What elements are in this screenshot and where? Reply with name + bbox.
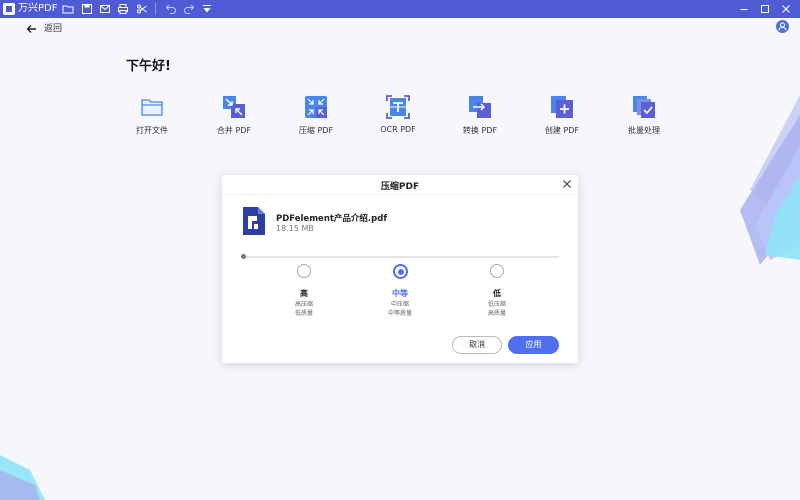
tool-label: OCR PDF bbox=[380, 125, 416, 134]
dialog-divider bbox=[222, 194, 578, 195]
radio-high[interactable] bbox=[297, 264, 311, 278]
option-name: 低 bbox=[493, 289, 501, 298]
tool-convert-pdf[interactable]: 转换 PDF bbox=[448, 95, 512, 141]
minimize-icon[interactable] bbox=[738, 3, 750, 15]
option-low[interactable]: 低 低压缩 高质量 bbox=[468, 264, 528, 324]
tool-label: 批量处理 bbox=[628, 126, 660, 135]
dialog-close-icon[interactable] bbox=[562, 179, 572, 189]
user-icon bbox=[778, 22, 787, 31]
folder-icon bbox=[141, 99, 163, 116]
tool-batch-process[interactable]: 批量处理 bbox=[612, 95, 676, 141]
greeting-heading: 下午好! bbox=[126, 59, 171, 74]
toolbar-divider bbox=[155, 3, 156, 15]
dropdown-icon[interactable] bbox=[201, 3, 213, 15]
decorative-shapes-left bbox=[0, 455, 45, 500]
compress-dialog: 压缩PDF PDFelement产品介绍.pdf 18.15 MB 高 高压缩 … bbox=[222, 175, 578, 363]
dialog-title: 压缩PDF bbox=[380, 182, 420, 192]
tool-label: 打开文件 bbox=[136, 126, 168, 135]
file-size: 18.15 MB bbox=[276, 224, 314, 233]
option-desc-quality: 高质量 bbox=[487, 310, 506, 317]
compress-icon bbox=[305, 96, 327, 118]
option-desc-compression: 中压缩 bbox=[390, 301, 409, 308]
redo-icon[interactable] bbox=[183, 3, 195, 15]
tool-ocr-pdf[interactable]: OCR PDF bbox=[366, 95, 430, 141]
tool-label: 合并 PDF bbox=[216, 126, 252, 135]
radio-medium[interactable] bbox=[393, 264, 408, 279]
ocr-icon bbox=[386, 95, 410, 119]
tool-open-file[interactable]: 打开文件 bbox=[120, 95, 184, 141]
radio-low[interactable] bbox=[490, 264, 504, 278]
convert-icon bbox=[469, 96, 491, 118]
undo-icon[interactable] bbox=[165, 3, 177, 15]
app-title: 万兴PDF bbox=[18, 3, 58, 14]
print-icon[interactable] bbox=[117, 3, 129, 15]
batch-icon bbox=[633, 96, 655, 118]
tool-label: 创建 PDF bbox=[544, 126, 580, 135]
tool-label: 转换 PDF bbox=[462, 126, 498, 135]
mail-icon[interactable] bbox=[99, 3, 111, 15]
option-desc-quality: 中等质量 bbox=[387, 310, 412, 317]
tool-compress-pdf[interactable]: 压缩 PDF bbox=[284, 95, 348, 141]
option-desc-compression: 高压缩 bbox=[294, 301, 313, 308]
arrow-left-icon bbox=[26, 25, 36, 33]
save-icon[interactable] bbox=[81, 3, 93, 15]
tool-label: 压缩 PDF bbox=[298, 126, 334, 135]
merge-icon bbox=[223, 96, 245, 118]
option-high[interactable]: 高 高压缩 低质量 bbox=[275, 264, 335, 324]
tool-merge-pdf[interactable]: 合并 PDF bbox=[202, 95, 266, 141]
open-folder-icon[interactable] bbox=[62, 3, 74, 15]
cancel-button[interactable]: 取消 bbox=[452, 336, 502, 354]
track-start-dot bbox=[241, 254, 246, 259]
pdf-file-icon bbox=[243, 207, 265, 235]
decorative-shapes-right bbox=[740, 95, 800, 265]
option-name: 高 bbox=[300, 289, 308, 298]
maximize-icon[interactable] bbox=[759, 3, 771, 15]
option-name: 中等 bbox=[392, 289, 408, 298]
compression-level-track bbox=[244, 256, 559, 258]
app-logo-icon bbox=[3, 3, 15, 15]
file-name: PDFelement产品介绍.pdf bbox=[276, 214, 388, 224]
option-desc-quality: 低质量 bbox=[294, 310, 313, 317]
scissors-icon[interactable] bbox=[136, 3, 148, 15]
close-icon[interactable] bbox=[780, 3, 792, 15]
back-label: 返回 bbox=[44, 24, 63, 34]
title-bar: 万兴PDF bbox=[0, 0, 800, 18]
option-desc-compression: 低压缩 bbox=[487, 301, 506, 308]
apply-button[interactable]: 应用 bbox=[508, 336, 559, 354]
create-icon bbox=[551, 96, 573, 118]
tool-create-pdf[interactable]: 创建 PDF bbox=[530, 95, 594, 141]
option-medium[interactable]: 中等 中压缩 中等质量 bbox=[371, 264, 431, 324]
avatar[interactable] bbox=[776, 20, 789, 33]
